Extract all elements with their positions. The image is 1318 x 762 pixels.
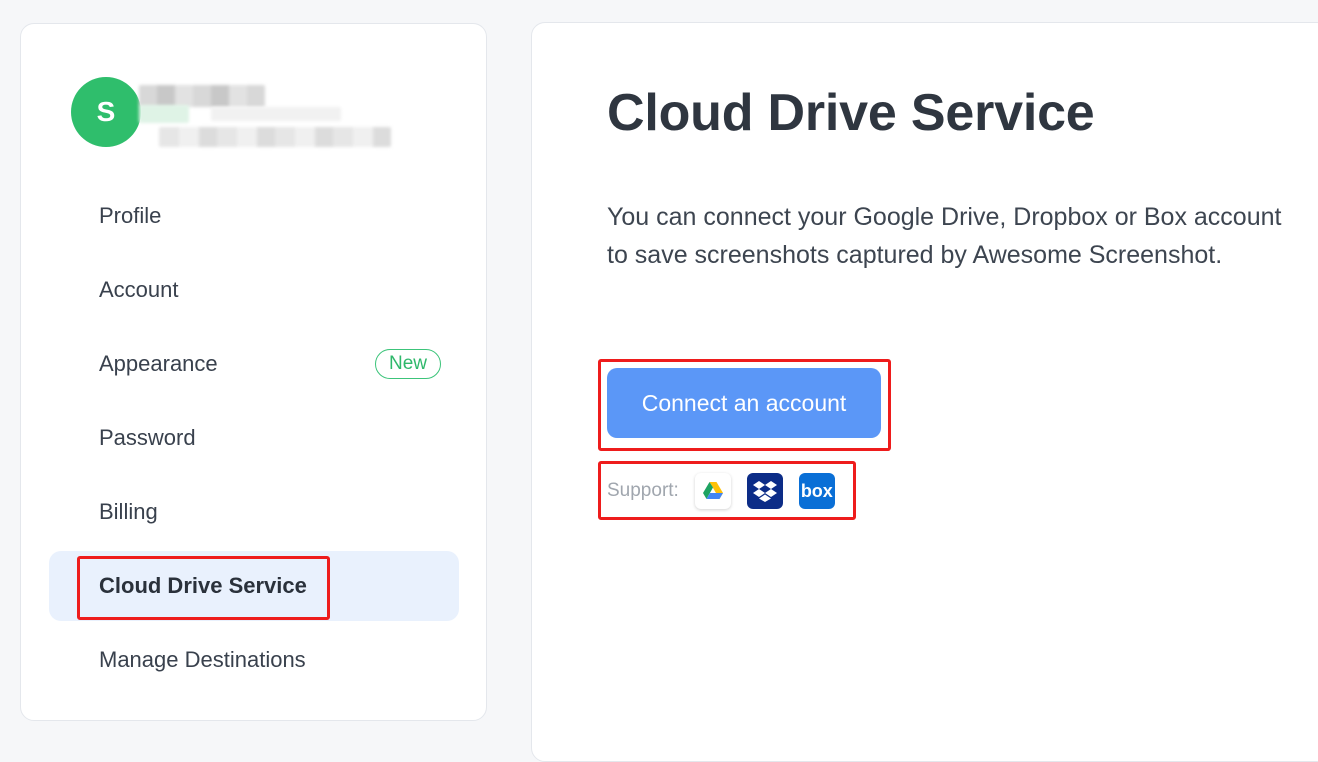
sidebar-item-label: Profile xyxy=(99,203,162,228)
sidebar-item-label: Appearance xyxy=(99,351,218,376)
settings-nav: Profile Account Appearance New Password … xyxy=(49,181,459,699)
sidebar-item-account[interactable]: Account xyxy=(49,255,459,325)
user-email-redacted-tail xyxy=(211,107,341,121)
new-badge: New xyxy=(374,349,441,379)
sidebar-item-label: Cloud Drive Service xyxy=(99,573,307,598)
sidebar-item-label: Billing xyxy=(99,499,158,524)
main-panel: Cloud Drive Service You can connect your… xyxy=(531,22,1318,762)
user-name-redacted-tail xyxy=(139,105,189,123)
page-title: Cloud Drive Service xyxy=(607,84,1095,142)
sidebar-item-label: Manage Destinations xyxy=(99,647,306,672)
supported-providers: Support: box xyxy=(607,473,851,509)
dropbox-icon xyxy=(746,473,783,509)
sidebar-item-manage-destinations[interactable]: Manage Destinations xyxy=(49,625,459,695)
connect-account-button[interactable]: Connect an account xyxy=(607,368,881,438)
settings-sidebar: S Profile Account Appearance New Passwor… xyxy=(20,23,487,721)
box-icon: box xyxy=(798,473,835,509)
user-info: S xyxy=(71,77,401,147)
sidebar-item-password[interactable]: Password xyxy=(49,403,459,473)
page-description: You can connect your Google Drive, Dropb… xyxy=(607,203,1282,269)
sidebar-item-label: Password xyxy=(99,425,196,450)
sidebar-item-cloud-drive-service[interactable]: Cloud Drive Service xyxy=(49,551,459,621)
avatar: S xyxy=(71,77,141,147)
support-label: Support: xyxy=(607,480,679,501)
google-drive-icon xyxy=(694,473,731,509)
user-name-redacted xyxy=(139,85,265,107)
user-email-redacted xyxy=(159,127,391,147)
sidebar-item-appearance[interactable]: Appearance New xyxy=(49,329,459,399)
sidebar-item-profile[interactable]: Profile xyxy=(49,181,459,251)
sidebar-item-label: Account xyxy=(99,277,179,302)
sidebar-item-billing[interactable]: Billing xyxy=(49,477,459,547)
